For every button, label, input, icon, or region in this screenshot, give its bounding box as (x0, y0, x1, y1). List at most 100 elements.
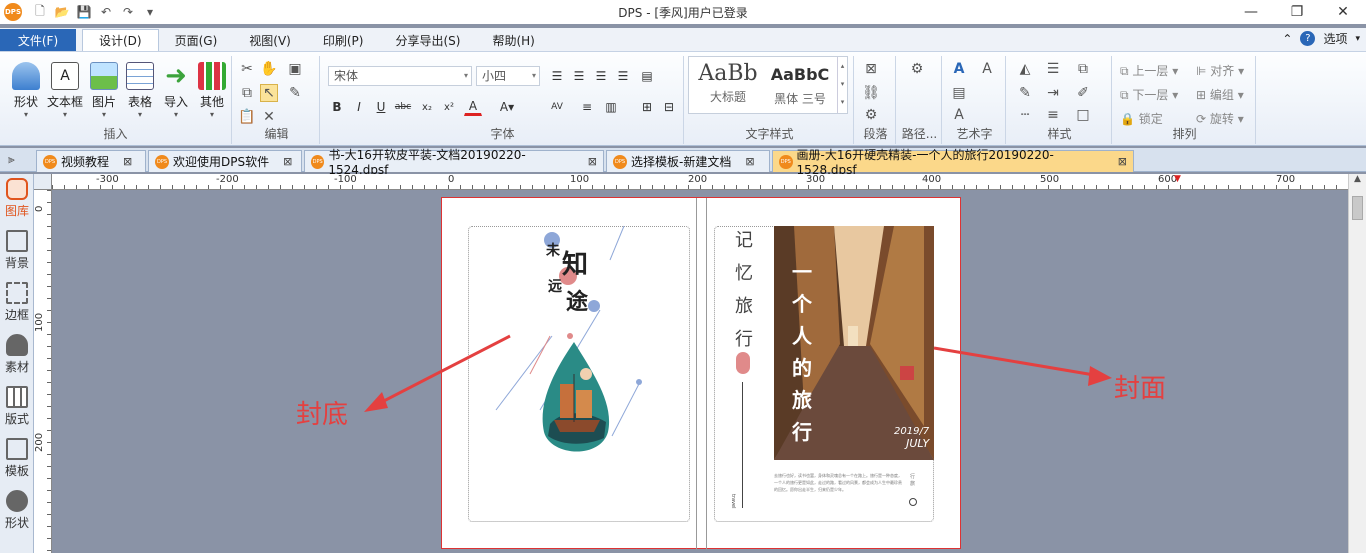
text-direction-icon[interactable]: ⊞ (638, 98, 656, 116)
link-icon[interactable]: ⛓ (862, 84, 880, 102)
options-button[interactable]: 选项 (1323, 30, 1347, 47)
redo-icon[interactable]: ↷ (120, 5, 136, 19)
line-color-icon[interactable]: ✎ (1016, 84, 1034, 102)
send-backward-button[interactable]: ⧉ 下一层 ▾ (1120, 86, 1178, 103)
align-center-icon[interactable]: ☰ (570, 67, 588, 85)
style-item-title[interactable]: AaBb 大标题 (693, 61, 763, 105)
art-text-icon[interactable]: A (950, 60, 968, 78)
align-left-icon[interactable]: ☰ (548, 67, 566, 85)
back-title-char[interactable]: 知 (562, 244, 588, 281)
vertical-scrollbar[interactable]: ▲ (1348, 174, 1366, 553)
dash-icon[interactable]: ┄ (1016, 106, 1034, 124)
other-button[interactable]: 其他 ▾ (194, 62, 230, 119)
font-size-select[interactable]: 小四 ▾ (476, 66, 540, 86)
gallery-scroll-icon[interactable]: ▴ ▾ ▾ (837, 57, 847, 113)
align-button[interactable]: ⊫ 对齐 ▾ (1196, 62, 1244, 79)
tab-print[interactable]: 印刷(P) (307, 29, 380, 51)
copy-icon[interactable]: ⧉ (238, 84, 256, 102)
list-icon[interactable]: ☰ (1044, 60, 1062, 78)
style-item-heiti[interactable]: AaBbC 黑体 三号 (765, 61, 835, 107)
subscript-button[interactable]: x₂ (418, 98, 436, 116)
fill-icon[interactable]: ◭ (1016, 60, 1034, 78)
font-color-button[interactable]: A (464, 98, 482, 116)
cover-date[interactable]: 2019/7 JULY (894, 426, 929, 450)
collapse-ribbon-icon[interactable]: ⌃ (1282, 32, 1292, 46)
back-title-char[interactable]: 途 (566, 284, 588, 316)
help-icon[interactable]: ? (1300, 31, 1316, 46)
text-frame-icon[interactable]: ⊟ (660, 98, 678, 116)
spine-vertical-text[interactable]: 记忆旅行 (734, 224, 754, 356)
sidebar-item-gallery[interactable]: 图库 (0, 178, 34, 219)
line-weight-icon[interactable]: ≡ (1044, 106, 1062, 124)
cut-icon[interactable]: ✂ (238, 60, 256, 78)
minimize-button[interactable]: — (1228, 0, 1274, 24)
panel-toggle-icon[interactable]: ⫸ (8, 152, 15, 167)
art-text-frame-icon[interactable]: ▤ (950, 84, 968, 102)
options-dropdown-icon[interactable]: ▾ (1355, 34, 1360, 44)
font-name-select[interactable]: 宋体 ▾ (328, 66, 472, 86)
doc-tab-book[interactable]: DPS 书-大16开软皮平装-文档20190220-1524.dpsf ⊠ (304, 148, 604, 177)
scroll-up-icon[interactable]: ▲ (1349, 174, 1366, 190)
new-file-icon[interactable]: 🗋 (32, 2, 48, 23)
shape-button[interactable]: 形状 ▾ (8, 62, 44, 119)
back-title-char[interactable]: 远 (548, 276, 562, 296)
art-text-effect-icon[interactable]: A (978, 60, 996, 78)
tab-view[interactable]: 视图(V) (233, 29, 307, 51)
tab-design[interactable]: 设计(D) (82, 29, 159, 51)
paste-icon[interactable]: 📋 (238, 108, 256, 126)
doc-tab-welcome[interactable]: DPS 欢迎使用DPS软件 ⊠ (148, 150, 302, 172)
tab-share-export[interactable]: 分享导出(S) (379, 29, 476, 51)
sidebar-item-shape[interactable]: 形状 (0, 490, 34, 531)
scroll-thumb[interactable] (1352, 196, 1363, 220)
customize-dropdown-icon[interactable]: ▾ (142, 5, 158, 19)
tab-page[interactable]: 页面(G) (159, 29, 234, 51)
tab-help[interactable]: 帮助(H) (476, 29, 550, 51)
back-title-char[interactable]: 未 (546, 240, 560, 260)
doc-tab-video[interactable]: DPS 视频教程 ⊠ (36, 150, 146, 172)
bold-button[interactable]: B (328, 98, 346, 116)
open-folder-icon[interactable]: 📂 (54, 5, 70, 19)
brush-icon[interactable]: ✎ (286, 84, 304, 102)
sidebar-item-layout[interactable]: 版式 (0, 386, 34, 427)
align-right-icon[interactable]: ☰ (592, 67, 610, 85)
paragraph-icon[interactable]: ⊠ (862, 60, 880, 78)
line-spacing-icon[interactable]: ≡ (578, 98, 596, 116)
sidebar-item-template[interactable]: 模板 (0, 438, 34, 479)
table-button[interactable]: 表格 ▾ (122, 62, 158, 119)
sidebar-item-background[interactable]: 背景 (0, 230, 34, 271)
horizontal-ruler[interactable]: -300 -200 -100 0 100 200 300 400 500 600… (52, 174, 1348, 190)
group-button[interactable]: ⊞ 编组 ▾ (1196, 86, 1244, 103)
save-icon[interactable]: 💾 (76, 5, 92, 19)
gear-paragraph-icon[interactable]: ⚙ (862, 106, 880, 124)
copy-style-icon[interactable]: ⧉ (1074, 60, 1092, 78)
shadow-box-icon[interactable]: □ (1074, 106, 1092, 124)
justify-icon[interactable]: ☰ (614, 67, 632, 85)
doc-tab-template[interactable]: DPS 选择模板-新建文档 ⊠ (606, 150, 770, 172)
distribute-icon[interactable]: ▤ (638, 67, 656, 85)
italic-button[interactable]: I (350, 98, 368, 116)
cover-body-text[interactable]: 去旅行也好，读书也罢，身体和灵魂总有一个在路上。旅行是一种态度，一个人的旅行更是… (774, 472, 904, 514)
import-button[interactable]: ➜ 导入 ▾ (158, 62, 194, 119)
hand-icon[interactable]: ✋ (260, 60, 278, 78)
dps-logo-icon[interactable]: DPS (4, 3, 22, 21)
image-button[interactable]: 图片 ▾ (86, 62, 122, 119)
indent-icon[interactable]: ⇥ (1044, 84, 1062, 102)
superscript-button[interactable]: x² (440, 98, 458, 116)
file-menu-button[interactable]: 文件(F) (0, 29, 76, 51)
cover-title-vertical[interactable]: 一个人的旅行 (790, 256, 814, 448)
select-cursor-icon[interactable]: ↖ (260, 84, 278, 102)
columns-icon[interactable]: ▥ (602, 98, 620, 116)
close-button[interactable]: ✕ (1320, 0, 1366, 24)
sidebar-item-material[interactable]: 素材 (0, 334, 34, 375)
char-spacing-icon[interactable]: AV (548, 98, 566, 116)
restore-button[interactable]: ❐ (1274, 0, 1320, 24)
art-text-shadow-icon[interactable]: A (950, 106, 968, 124)
path-gear-icon[interactable]: ⚙ (908, 60, 926, 78)
image-tool-icon[interactable]: ▣ (286, 60, 304, 78)
bring-forward-button[interactable]: ⧉ 上一层 ▾ (1120, 62, 1178, 79)
textbox-button[interactable]: A 文本框 ▾ (46, 62, 84, 119)
font-size-change-button[interactable]: A▾ (498, 98, 516, 116)
vertical-ruler[interactable]: 0 100 200 (34, 190, 52, 553)
sidebar-item-border[interactable]: 边框 (0, 282, 34, 323)
eyedropper-icon[interactable]: ✐ (1074, 84, 1092, 102)
